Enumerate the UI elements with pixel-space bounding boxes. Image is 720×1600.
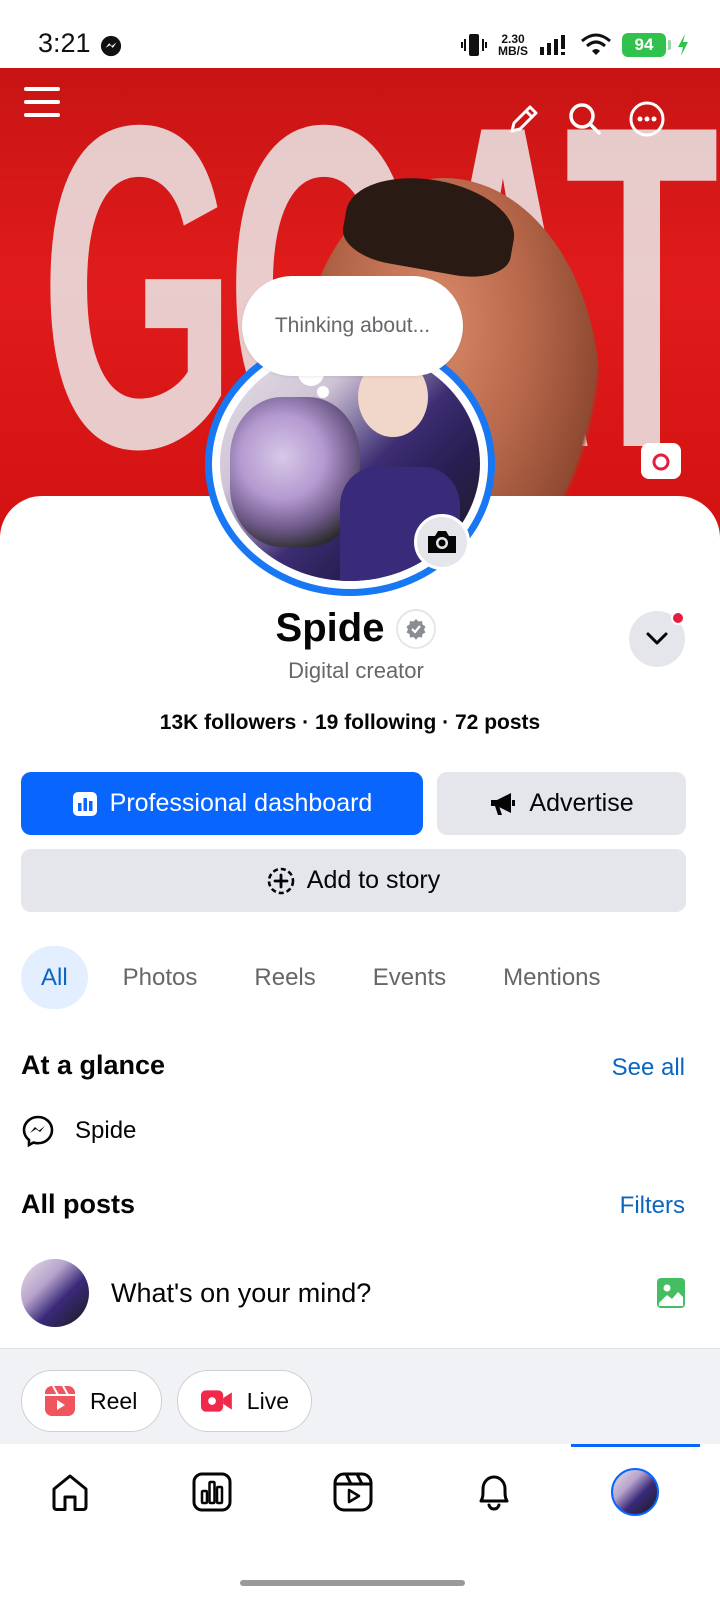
home-icon <box>52 1474 88 1511</box>
post-composer[interactable]: What's on your mind? <box>21 1258 686 1328</box>
nav-active-indicator <box>571 1444 700 1447</box>
verified-badge-icon[interactable] <box>396 608 437 649</box>
notification-dot <box>671 611 685 625</box>
nav-profile[interactable] <box>611 1468 659 1516</box>
network-speed: 2.30 MB/S <box>498 33 528 57</box>
advertise-button[interactable]: Advertise <box>437 772 686 835</box>
chevron-down-icon <box>646 632 668 645</box>
camera-icon <box>652 453 670 471</box>
tab-photos[interactable]: Photos <box>123 946 198 1009</box>
tab-reels[interactable]: Reels <box>254 946 315 1009</box>
home-indicator <box>240 1580 465 1586</box>
advertise-label: Advertise <box>529 789 634 817</box>
thought-bubble-placeholder: Thinking about... <box>274 314 431 337</box>
reel-label: Reel <box>90 1387 138 1414</box>
nav-video[interactable] <box>329 1468 377 1516</box>
charging-icon <box>678 34 688 56</box>
reel-button[interactable]: Reel <box>21 1370 162 1432</box>
thought-bubble[interactable]: Thinking about... <box>242 276 463 376</box>
nav-dashboard[interactable] <box>188 1468 236 1516</box>
see-all-link[interactable]: See all <box>612 1054 685 1082</box>
wifi-icon <box>581 33 611 55</box>
megaphone-icon <box>491 792 516 815</box>
professional-dashboard-label: Professional dashboard <box>109 789 373 817</box>
profile-category: Digital creator <box>288 658 424 683</box>
search-icon[interactable] <box>566 100 604 138</box>
add-to-story-label: Add to story <box>306 866 441 894</box>
nav-notifications[interactable] <box>470 1468 518 1516</box>
video-icon <box>333 1472 373 1512</box>
status-indicators: 2.30 MB/S 94 <box>460 30 690 60</box>
composer-placeholder[interactable]: What's on your mind? <box>111 1278 656 1309</box>
tab-events[interactable]: Events <box>373 946 446 1009</box>
edit-pencil-icon[interactable] <box>504 101 542 139</box>
status-time: 3:21 <box>38 28 91 58</box>
nav-home[interactable] <box>46 1468 94 1516</box>
professional-dashboard-button[interactable]: Professional dashboard <box>21 772 423 835</box>
cover-camera-button[interactable] <box>641 443 681 479</box>
avatar <box>611 1468 659 1516</box>
filters-link[interactable]: Filters <box>620 1192 685 1220</box>
vibrate-icon <box>461 34 487 56</box>
avatar[interactable] <box>21 1259 89 1327</box>
profile-name: Spide <box>275 606 385 650</box>
cell-signal-icon <box>540 35 565 55</box>
dashboard-chart-icon <box>72 791 97 816</box>
thought-bubble-tail-small <box>317 386 329 398</box>
network-speed-unit: MB/S <box>498 44 528 58</box>
messenger-contact-name: Spide <box>75 1117 137 1144</box>
profile-tabs: All Photos Reels Events Mentions <box>21 946 601 1009</box>
photo-icon[interactable] <box>656 1277 686 1309</box>
messenger-contact-row[interactable]: Spide <box>21 1112 136 1150</box>
camera-icon <box>428 531 456 553</box>
profile-stats[interactable]: 13K followers · 19 following · 72 posts <box>0 711 700 735</box>
live-label: Live <box>246 1387 289 1414</box>
profile-name-row: Spide <box>0 606 712 651</box>
more-options-icon[interactable] <box>628 100 666 138</box>
dashboard-icon <box>192 1472 232 1512</box>
bell-icon <box>479 1475 509 1511</box>
messenger-notification-icon <box>100 35 122 57</box>
messenger-icon <box>22 1115 54 1148</box>
battery-indicator: 94 <box>622 33 671 57</box>
tab-mentions[interactable]: Mentions <box>503 946 600 1009</box>
at-a-glance-title: At a glance <box>21 1050 166 1080</box>
profile-picture-camera-button[interactable] <box>414 514 470 570</box>
tab-all[interactable]: All <box>21 946 88 1009</box>
live-video-icon <box>200 1390 232 1412</box>
all-posts-title: All posts <box>21 1189 136 1219</box>
reel-icon <box>45 1385 75 1416</box>
profile-switch-dropdown[interactable] <box>629 611 685 667</box>
status-bar: 3:21 2.30 MB/S 94 <box>0 0 720 68</box>
add-story-icon <box>267 867 295 894</box>
menu-icon[interactable] <box>24 84 60 120</box>
bottom-navigation <box>0 1444 720 1544</box>
live-button[interactable]: Live <box>177 1370 312 1432</box>
add-to-story-button[interactable]: Add to story <box>21 849 686 912</box>
